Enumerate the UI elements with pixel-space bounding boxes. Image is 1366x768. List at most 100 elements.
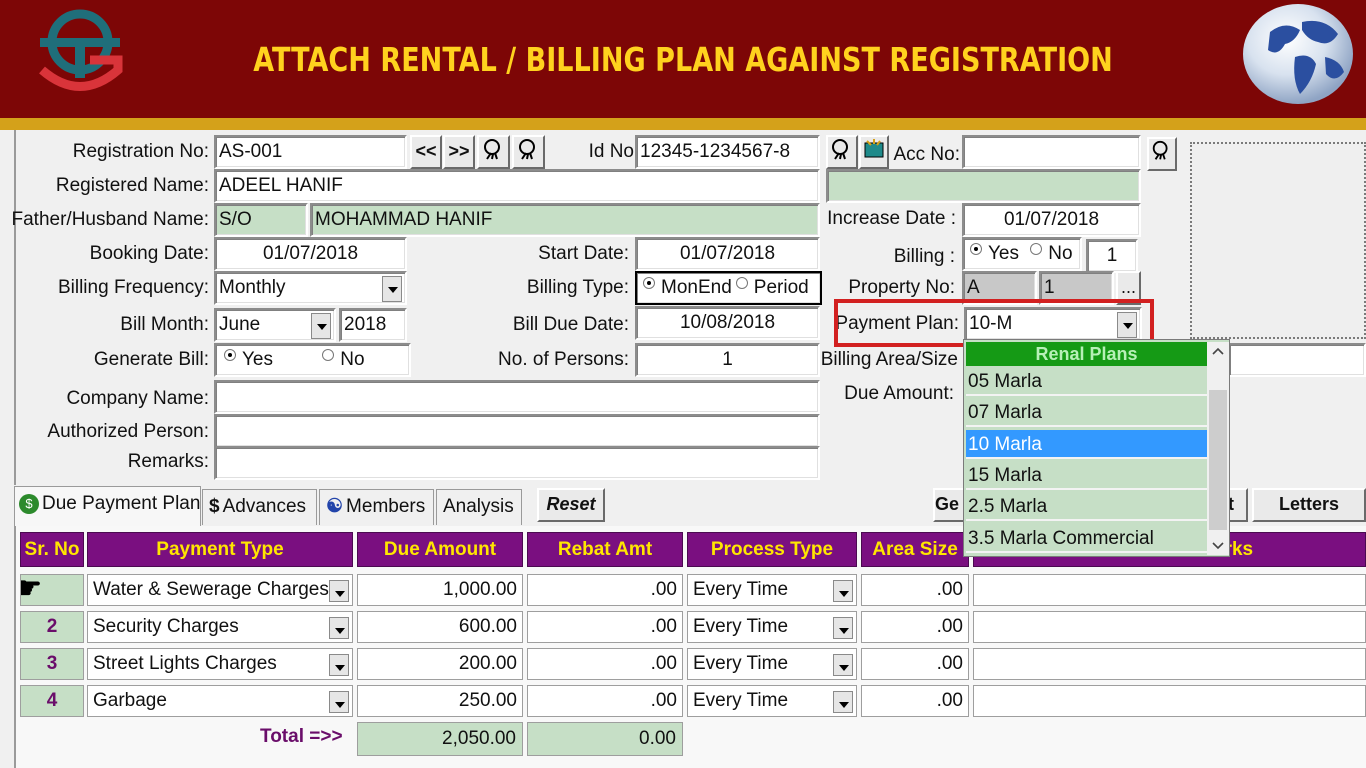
chevron-down-icon[interactable] xyxy=(833,654,853,676)
search-acc-button[interactable] xyxy=(1147,137,1177,171)
authorized-person-field[interactable] xyxy=(214,414,820,448)
next-record-button[interactable]: >> xyxy=(443,135,475,169)
table-row-sr[interactable]: ☛ xyxy=(20,574,84,606)
plan-option[interactable]: 05 Marla xyxy=(966,367,1207,396)
column-header-rebat-amt: Rebat Amt xyxy=(527,532,683,567)
bill-year-field[interactable]: 2018 xyxy=(339,308,407,342)
billing-type-monend-label: MonEnd xyxy=(661,277,732,298)
plan-option-selected[interactable]: 10 Marla xyxy=(966,430,1207,459)
row-payment-type-value: Garbage xyxy=(93,690,167,711)
card-scan-button[interactable] xyxy=(859,135,889,169)
tab-analysis-label: Analysis xyxy=(443,496,514,517)
billing-count-field[interactable]: 1 xyxy=(1086,239,1138,273)
letters-button[interactable]: Letters xyxy=(1252,488,1366,522)
table-row-rebat-amt[interactable]: .00 xyxy=(527,685,683,717)
search-registration-button[interactable] xyxy=(477,135,510,169)
id-no-field[interactable]: 12345-1234567-8 xyxy=(635,135,820,169)
table-row-process-type[interactable]: Every Time xyxy=(687,574,857,606)
company-name-label: Company Name: xyxy=(66,388,209,409)
tab-due-payment-plan[interactable]: $ Due Payment Plan xyxy=(14,486,201,526)
plan-option[interactable]: 07 Marla xyxy=(966,398,1207,427)
billing-type-monend-radio[interactable] xyxy=(643,277,655,289)
no-of-persons-field[interactable]: 1 xyxy=(635,343,820,377)
chevron-down-icon[interactable] xyxy=(833,580,853,602)
total-due-amount: 2,050.00 xyxy=(357,722,523,756)
search-icon xyxy=(518,139,535,160)
table-row-sr[interactable]: 2 xyxy=(20,611,84,643)
chevron-down-icon[interactable] xyxy=(833,691,853,713)
increase-date-field[interactable]: 01/07/2018 xyxy=(962,203,1141,237)
table-row-rebat-amt[interactable]: .00 xyxy=(527,574,683,606)
table-row-area-size[interactable]: .00 xyxy=(861,574,969,606)
start-date-field[interactable]: 01/07/2018 xyxy=(635,237,820,271)
table-row-due-amount[interactable]: 600.00 xyxy=(357,611,523,643)
generate-bill-yes-radio[interactable] xyxy=(224,349,236,361)
dollar-icon: $ xyxy=(209,496,220,517)
chevron-down-icon[interactable] xyxy=(329,580,349,602)
row-process-type-value: Every Time xyxy=(693,653,789,674)
chevron-down-icon[interactable] xyxy=(382,276,402,302)
table-row-process-type[interactable]: Every Time xyxy=(687,648,857,680)
company-name-field[interactable] xyxy=(214,380,820,414)
generate-bill-no-radio[interactable] xyxy=(322,349,335,361)
billing-type-period-radio[interactable] xyxy=(735,277,748,289)
table-row-remarks[interactable] xyxy=(973,685,1366,717)
registration-no-field[interactable]: AS-001 xyxy=(214,135,407,169)
chevron-down-icon[interactable] xyxy=(329,691,349,713)
search-icon xyxy=(1152,140,1168,160)
bill-month-select[interactable]: June xyxy=(214,308,336,342)
table-row-area-size[interactable]: .00 xyxy=(861,648,969,680)
bill-due-date-field[interactable]: 10/08/2018 xyxy=(635,306,820,340)
company-logo xyxy=(30,8,130,108)
search-registration-alt-button[interactable] xyxy=(512,135,545,169)
table-row-payment-type[interactable]: Security Charges xyxy=(87,611,353,643)
plan-option[interactable]: 15 Marla xyxy=(966,461,1207,490)
billing-area-field[interactable] xyxy=(1228,343,1366,377)
table-row-payment-type[interactable]: Street Lights Charges xyxy=(87,648,353,680)
chevron-down-icon[interactable] xyxy=(833,617,853,639)
tab-analysis[interactable]: Analysis xyxy=(436,489,522,525)
table-row-sr[interactable]: 4 xyxy=(20,685,84,717)
chevron-down-icon[interactable] xyxy=(329,654,349,676)
booking-date-field[interactable]: 01/07/2018 xyxy=(214,237,407,271)
table-row-due-amount[interactable]: 250.00 xyxy=(357,685,523,717)
table-row-due-amount[interactable]: 1,000.00 xyxy=(357,574,523,606)
tab-advances[interactable]: $ Advances xyxy=(202,489,317,525)
table-row-area-size[interactable]: .00 xyxy=(861,611,969,643)
table-row-due-amount[interactable]: 200.00 xyxy=(357,648,523,680)
header-gold-strip xyxy=(0,118,1366,130)
billing-frequency-select[interactable]: Monthly xyxy=(214,271,407,305)
scrollbar-thumb[interactable] xyxy=(1209,390,1227,530)
billing-yes-radio[interactable] xyxy=(970,243,982,255)
table-row-area-size[interactable]: .00 xyxy=(861,685,969,717)
prev-record-button[interactable]: << xyxy=(410,135,442,169)
table-row-remarks[interactable] xyxy=(973,611,1366,643)
father-husband-field[interactable]: MOHAMMAD HANIF xyxy=(310,203,820,237)
remarks-field[interactable] xyxy=(214,446,820,480)
chevron-down-icon[interactable] xyxy=(1212,542,1224,550)
table-row-process-type[interactable]: Every Time xyxy=(687,685,857,717)
table-row-rebat-amt[interactable]: .00 xyxy=(527,611,683,643)
table-row-remarks[interactable] xyxy=(973,574,1366,606)
photo-frame[interactable] xyxy=(1190,142,1366,339)
table-row-sr[interactable]: 3 xyxy=(20,648,84,680)
table-row-rebat-amt[interactable]: .00 xyxy=(527,648,683,680)
reset-button[interactable]: Reset xyxy=(537,488,605,522)
billing-no-radio[interactable] xyxy=(1030,243,1043,255)
registered-name-field[interactable]: ADEEL HANIF xyxy=(214,169,820,203)
chevron-up-icon[interactable] xyxy=(1212,347,1224,355)
plan-option[interactable]: 3.5 Marla Commercial xyxy=(966,524,1207,553)
tab-members[interactable]: ☯ Members xyxy=(319,489,434,525)
table-row-remarks[interactable] xyxy=(973,648,1366,680)
page-title: ATTACH RENTAL / BILLING PLAN AGAINST REG… xyxy=(253,40,1113,79)
chevron-down-icon[interactable] xyxy=(329,617,349,639)
table-row-payment-type[interactable]: Garbage xyxy=(87,685,353,717)
plan-option[interactable]: 2.5 Marla xyxy=(966,492,1207,521)
relation-field[interactable]: S/O xyxy=(214,203,308,237)
table-row-payment-type[interactable]: Water & Sewerage Charges xyxy=(87,574,353,606)
acc-no-field[interactable] xyxy=(962,135,1141,169)
table-row-process-type[interactable]: Every Time xyxy=(687,611,857,643)
tab-due-payment-plan-label: Due Payment Plan xyxy=(42,493,201,514)
search-id-button[interactable] xyxy=(826,135,858,169)
chevron-down-icon[interactable] xyxy=(311,313,331,339)
